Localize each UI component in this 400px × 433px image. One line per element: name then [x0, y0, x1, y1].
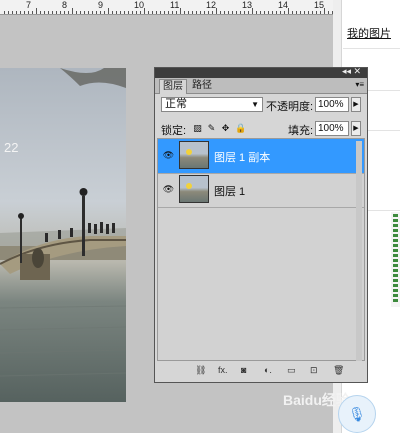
new-layer-icon[interactable]: ⊡	[310, 365, 318, 376]
layer-list: 👁 图层 1 副本 👁 图层 1	[157, 138, 365, 361]
tab-paths[interactable]: 路径	[189, 79, 215, 93]
my-pictures-link[interactable]: 我的图片	[347, 25, 391, 41]
ruler-number: 12	[206, 0, 217, 10]
horizontal-ruler: 7 8 9 10 11 12 13 14 15	[0, 0, 333, 15]
ruler-number: 10	[134, 0, 145, 10]
lock-paint-icon[interactable]: ✎	[206, 123, 217, 134]
opacity-arrow-icon[interactable]: ▶	[351, 97, 361, 112]
layer-scrollbar[interactable]	[356, 141, 362, 361]
ruler-number: 13	[242, 0, 253, 10]
panel-tabs: 图层 路径 ▾≡	[155, 78, 367, 94]
layer-thumbnail	[179, 141, 209, 169]
layer-thumbnail	[179, 175, 209, 203]
folder-icon[interactable]: ▭	[287, 365, 296, 376]
mask-icon[interactable]: ◙	[241, 365, 246, 375]
panel-bottom-toolbar: ⛓ fx. ◙ ◐. ▭ ⊡ 🗑	[155, 362, 367, 382]
photo-scene	[0, 68, 126, 377]
fill-arrow-icon[interactable]: ▶	[351, 121, 361, 136]
blend-mode-select[interactable]: 正常 ▼	[161, 97, 263, 112]
panel-title-bar[interactable]: ◂◂ ✕	[155, 66, 367, 78]
eye-icon[interactable]: 👁	[161, 182, 176, 197]
microphone-icon[interactable]: 🎙	[338, 395, 376, 433]
photo-date-text: 22	[4, 140, 19, 155]
fx-icon[interactable]: fx.	[218, 365, 228, 375]
fill-field[interactable]: 100%	[315, 121, 349, 136]
ruler-number: 7	[26, 0, 32, 10]
eye-icon[interactable]: 👁	[161, 148, 176, 163]
ruler-number: 9	[98, 0, 104, 10]
layers-panel: ◂◂ ✕ 图层 路径 ▾≡ 正常 ▼ 不透明度: 100% ▶ 锁定: ▨ ✎ …	[154, 66, 368, 383]
opacity-label: 不透明度:	[266, 101, 314, 113]
ruler-number: 8	[62, 0, 68, 10]
level-meter	[391, 212, 400, 307]
ruler-number: 11	[170, 0, 180, 10]
lock-move-icon[interactable]: ✥	[220, 123, 231, 134]
ruler-number: 15	[314, 0, 325, 10]
lock-label: 锁定:	[161, 125, 187, 137]
blend-mode-value: 正常	[165, 98, 187, 110]
collapse-icon[interactable]: ◂◂	[342, 66, 351, 77]
lock-all-icon[interactable]: 🔒	[235, 123, 246, 134]
panel-menu-icon[interactable]: ▾≡	[355, 80, 364, 89]
link-icon[interactable]: ⛓	[195, 365, 206, 376]
opacity-field[interactable]: 100%	[315, 97, 349, 112]
divider	[343, 48, 400, 49]
chevron-down-icon: ▼	[251, 100, 259, 109]
ruler-number: 14	[278, 0, 289, 10]
close-icon[interactable]: ✕	[353, 66, 361, 77]
tab-layers[interactable]: 图层	[159, 79, 187, 94]
layer-row[interactable]: 👁 图层 1	[158, 173, 364, 208]
lock-transparent-icon[interactable]: ▨	[192, 123, 203, 134]
trash-icon[interactable]: 🗑	[333, 365, 344, 376]
fill-label: 填充:	[288, 125, 314, 137]
adjustment-icon[interactable]: ◐.	[264, 365, 272, 375]
document-photo[interactable]: 22	[0, 68, 126, 402]
layer-name[interactable]: 图层 1 副本	[214, 149, 270, 165]
layer-row[interactable]: 👁 图层 1 副本	[158, 139, 364, 174]
layer-name[interactable]: 图层 1	[214, 183, 245, 199]
